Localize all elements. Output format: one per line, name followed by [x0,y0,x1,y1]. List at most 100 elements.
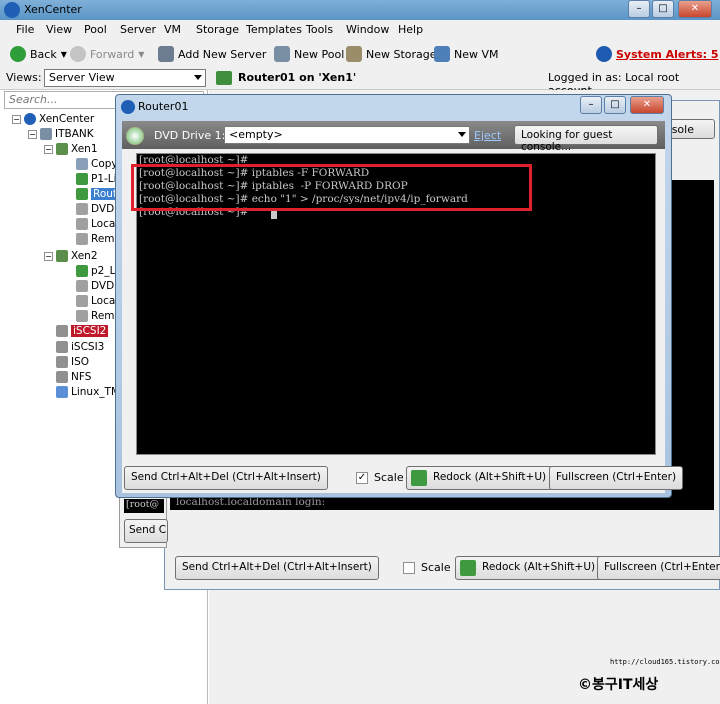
dvd-drive-icon [126,127,144,145]
toolbar: Back ▼ Forward ▼ Add New Server New Pool… [0,40,720,68]
vm-running-icon [76,265,88,277]
router01-console-dialog: Router01 – □ ✕ DVD Drive 1: <empty> Ejec… [115,94,684,498]
tree-node-host[interactable]: − Xen1 [44,143,98,155]
xencenter-logo-icon [4,2,20,18]
menu-tools[interactable]: Tools [306,23,333,36]
eject-link[interactable]: Eject [474,129,501,142]
add-server-icon [158,46,174,62]
tree-node-vm[interactable]: P1-Li [76,173,117,185]
menu-help[interactable]: Help [398,23,423,36]
vm-running-icon [76,188,88,200]
new-pool-icon [274,46,290,62]
vm-location-icon [216,71,232,85]
send-ctrl-alt-del-button[interactable]: Send Ctrl+Alt+Del (Ctrl+Alt+Insert) [124,466,328,490]
back-button[interactable]: Back ▼ [10,46,67,62]
dvd-storage-icon [76,280,88,292]
redock-button[interactable]: Redock (Alt+Shift+U) [455,556,603,580]
host-icon [56,143,68,155]
host-icon [56,250,68,262]
checkbox-icon [403,561,415,574]
new-vm-icon [434,46,450,62]
menu-templates[interactable]: Templates [246,23,302,36]
tree-node-storage[interactable]: iSCSI3 [56,341,104,353]
fullscreen-button[interactable]: Fullscreen (Ctrl+Enter) [549,466,684,490]
small-send-button[interactable]: Send C [124,519,168,543]
views-select[interactable]: Server View [44,69,206,87]
menu-window[interactable]: Window [346,23,389,36]
fullscreen-button[interactable]: Fullscreen (Ctrl+Enter) [597,556,720,580]
tree-node-storage[interactable]: DVD [76,203,114,215]
dialog-close-button[interactable]: ✕ [630,96,664,114]
collapse-icon[interactable]: − [12,114,21,124]
iso-storage-icon [56,356,68,368]
dialog-minimize-button[interactable]: – [580,96,602,114]
tree-node-storage[interactable]: Local [76,218,118,230]
template-icon [56,386,68,398]
highlight-box [131,164,532,211]
watermark: http://cloud165.tistory.com ©봉구IT세상 [576,648,720,700]
guest-console-button[interactable]: Looking for guest console... [514,125,658,153]
tree-node-host[interactable]: − Xen2 [44,250,98,262]
tree-node-xencenter[interactable]: − XenCenter [12,113,94,125]
dvd-drive-select[interactable]: <empty> [224,126,470,144]
checkbox-checked-icon: ✓ [356,471,368,484]
iscsi-storage-icon [56,341,68,353]
tree-node-storage[interactable]: NFS [56,371,91,383]
alert-icon [596,46,612,62]
system-alerts-label: System Alerts: 5 [616,47,719,61]
new-vm-button[interactable]: New VM [434,46,499,62]
new-storage-icon [346,46,362,62]
tree-node-vm[interactable]: Copy [76,158,118,170]
scale-checkbox[interactable]: Scale [403,561,451,574]
close-button[interactable]: ✕ [678,0,712,18]
maximize-button[interactable]: □ [652,0,674,18]
local-storage-icon [76,295,88,307]
xencenter-logo-icon [121,100,135,114]
forward-arrow-icon [70,46,86,62]
dvd-drive-bar: DVD Drive 1: <empty> Eject Looking for g… [122,121,665,153]
dvd-drive-label: DVD Drive 1: [154,129,226,142]
menu-server[interactable]: Server [120,23,156,36]
pool-icon [40,128,52,140]
tree-node-template[interactable]: Linux_TM [56,386,120,398]
scale-checkbox[interactable]: ✓ Scale [356,471,404,484]
watermark-url: http://cloud165.tistory.com [610,658,720,666]
forward-button[interactable]: Forward ▼ [70,46,144,62]
nfs-storage-icon [56,371,68,383]
tree-node-storage[interactable]: Local [76,295,118,307]
redock-button[interactable]: Redock (Alt+Shift+U) [406,466,554,490]
menu-view[interactable]: View [46,23,72,36]
send-ctrl-alt-del-button[interactable]: Send Ctrl+Alt+Del (Ctrl+Alt+Insert) [175,556,379,580]
vm-icon [76,158,88,170]
menu-storage[interactable]: Storage [196,23,239,36]
dropdown-arrow-icon: ▼ [60,49,67,59]
tree-node-storage[interactable]: ISO [56,356,89,368]
collapse-icon[interactable]: − [28,129,37,139]
views-bar: Views: Server View Router01 on 'Xen1' Lo… [0,68,720,97]
vm-running-icon [76,173,88,185]
minimize-button[interactable]: – [628,0,650,18]
tree-node-vm[interactable]: p2_Li [76,265,118,277]
removable-storage-icon [76,310,88,322]
collapse-icon[interactable]: − [44,144,53,154]
tree-node-storage[interactable]: iSCSI2 [56,325,109,337]
views-label: Views: [6,71,42,84]
menu-vm[interactable]: VM [164,23,181,36]
system-alerts-button[interactable]: System Alerts: 5 [596,46,719,62]
new-pool-button[interactable]: New Pool [274,46,344,62]
new-storage-button[interactable]: New Storage [346,46,437,62]
collapse-icon[interactable]: − [44,251,53,261]
tree-node-storage[interactable]: DVD [76,280,114,292]
small-background-window: [root@ Send C [119,494,168,548]
redock-icon [411,470,427,486]
dialog-maximize-button[interactable]: □ [604,96,626,114]
small-console-screen: [root@ [124,499,164,513]
menu-file[interactable]: File [16,23,34,36]
dialog-title: Router01 [138,100,189,113]
watermark-text: ©봉구IT세상 [578,677,659,693]
menu-pool[interactable]: Pool [84,23,107,36]
add-new-server-button[interactable]: Add New Server [158,46,266,62]
dropdown-arrow-icon: ▼ [138,49,145,59]
iscsi-storage-icon [56,325,68,337]
tree-node-pool[interactable]: − ITBANK [28,128,94,140]
